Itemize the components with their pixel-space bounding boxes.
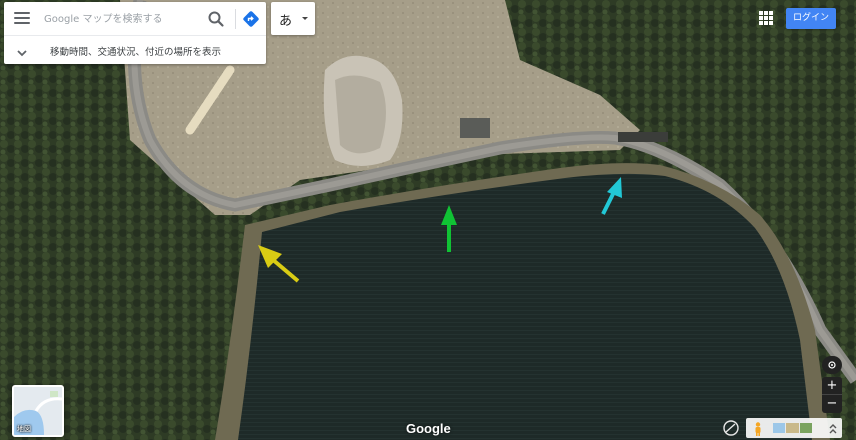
map-controls: + − [822,356,842,413]
pegman-icon[interactable] [753,421,763,436]
zoom-out-button[interactable]: − [822,395,842,413]
satellite-map[interactable] [0,0,856,440]
search-panel: 移動時間、交通状況、付近の場所を表示 [4,2,266,64]
chevron-down-icon [16,44,28,57]
magnifier-icon[interactable] [207,10,225,28]
caret-down-icon [302,17,308,20]
divider [235,9,236,29]
travel-info-label: 移動時間、交通状況、付近の場所を表示 [50,47,222,58]
apps-grid-icon[interactable] [759,11,773,25]
input-tools-button[interactable]: あ [271,2,315,35]
search-input[interactable] [44,8,194,30]
chevron-up-icon[interactable] [828,421,838,435]
compass-icon[interactable] [822,356,842,374]
zoom-in-button[interactable]: + [822,377,842,395]
search-row [4,2,266,35]
bottom-toolbar [746,418,842,438]
globe-icon[interactable] [722,419,740,437]
travel-info-toggle[interactable]: 移動時間、交通状況、付近の場所を表示 [4,36,266,64]
hamburger-menu-icon[interactable] [14,12,30,25]
input-tool-char: あ [279,14,293,29]
layer-switcher[interactable]: 地図 [12,385,64,437]
imagery-thumbnails[interactable] [773,423,813,433]
directions-diamond-icon[interactable] [242,10,260,28]
layer-label: 地図 [17,425,31,433]
login-button[interactable]: ログイン [786,8,836,29]
google-logo: Google [406,421,451,436]
